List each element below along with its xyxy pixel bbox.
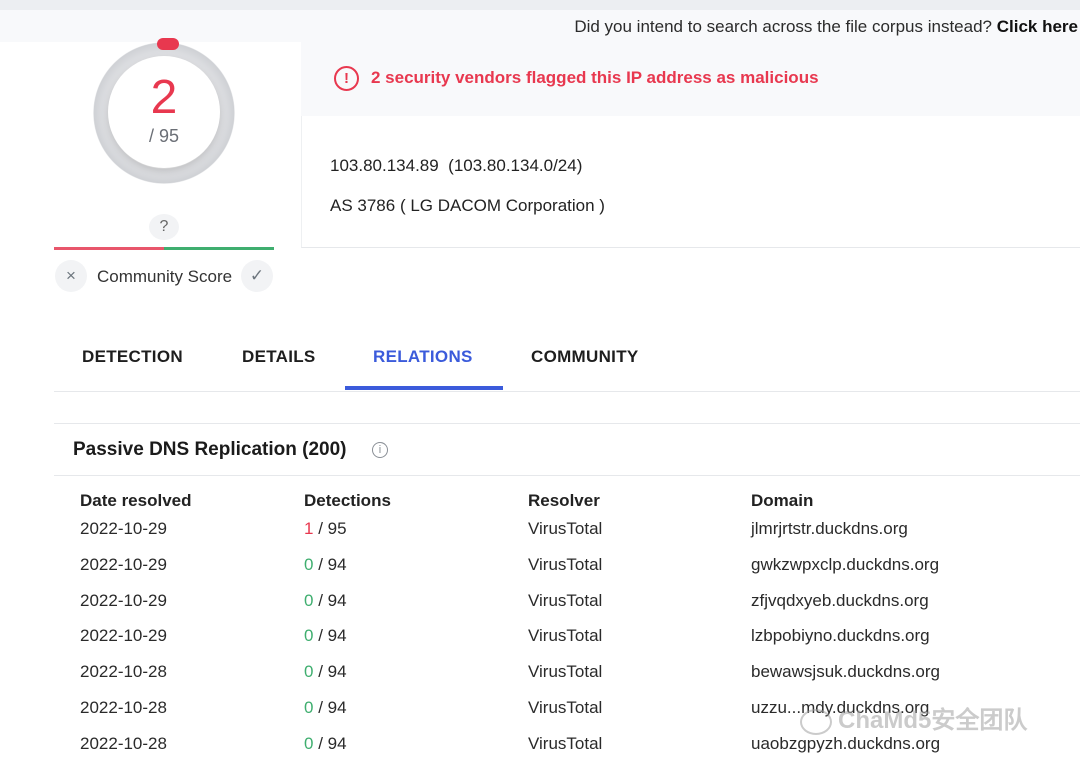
detection-total: / 95 — [148, 126, 180, 146]
cell-detections: 1 / 95 — [304, 519, 347, 539]
section-title: Passive DNS Replication (200) — [73, 439, 347, 460]
community-score-bar-negative — [54, 247, 164, 250]
cell-date: 2022-10-29 — [80, 591, 167, 610]
tab-bar: DETECTION DETAILS RELATIONS COMMUNITY — [54, 325, 1080, 392]
alert-exclamation-icon: ! — [334, 66, 359, 91]
detection-total: / 94 — [313, 626, 347, 645]
cell-detections: 0 / 94 — [304, 662, 347, 682]
cell-date: 2022-10-28 — [80, 698, 167, 717]
cell-resolver: VirusTotal — [528, 626, 603, 645]
watermark-text: ChaMd5安全团队 — [838, 707, 1028, 734]
detection-total: / 95 — [313, 519, 347, 538]
domain-link[interactable]: uaobzgpyzh.duckdns.org — [751, 734, 940, 754]
tab-community[interactable]: COMMUNITY — [531, 347, 639, 367]
cell-detections: 0 / 94 — [304, 591, 347, 611]
cell-resolver: VirusTotal — [528, 734, 603, 753]
cell-detections: 0 / 94 — [304, 734, 347, 754]
col-header-resolver[interactable]: Resolver — [528, 491, 600, 511]
cell-date: 2022-10-29 — [80, 555, 167, 574]
community-score-label: Community Score — [97, 267, 233, 286]
domain-link[interactable]: bewawsjsuk.duckdns.org — [751, 662, 940, 682]
detection-count: 2 — [150, 71, 178, 124]
tab-relations[interactable]: RELATIONS — [373, 347, 473, 367]
corpus-notice-text: Did you intend to search across the file… — [574, 17, 992, 36]
cell-resolver: VirusTotal — [528, 698, 603, 717]
tab-detection[interactable]: DETECTION — [82, 347, 183, 367]
as-owner: AS 3786 ( LG DACOM Corporation ) — [330, 196, 605, 215]
domain-link[interactable]: zfjvqdxyeb.duckdns.org — [751, 591, 929, 611]
vote-malicious-icon[interactable]: × — [55, 260, 87, 292]
domain-link[interactable]: jlmrjrtstr.duckdns.org — [751, 519, 908, 539]
ip-info-panel — [301, 116, 1080, 248]
detection-score-gauge: 2 / 95 — [93, 38, 235, 184]
domain-link[interactable]: lzbpobiyno.duckdns.org — [751, 626, 930, 646]
cell-date: 2022-10-28 — [80, 662, 167, 681]
community-score-bar — [54, 247, 274, 250]
info-icon[interactable]: i — [372, 442, 388, 458]
cell-detections: 0 / 94 — [304, 626, 347, 646]
cell-date: 2022-10-29 — [80, 626, 167, 645]
detection-total: / 94 — [313, 698, 347, 717]
click-here-link[interactable]: Click here — [997, 17, 1078, 36]
domain-link[interactable]: gwkzwpxclp.duckdns.org — [751, 555, 939, 575]
col-header-domain[interactable]: Domain — [751, 491, 813, 511]
detection-total: / 94 — [313, 555, 347, 574]
wechat-logo-icon — [800, 708, 832, 735]
cell-detections: 0 / 94 — [304, 555, 347, 575]
detection-total: / 94 — [313, 662, 347, 681]
cell-date: 2022-10-28 — [80, 734, 167, 753]
unknown-score-icon: ? — [149, 214, 179, 240]
cell-resolver: VirusTotal — [528, 662, 603, 681]
cell-resolver: VirusTotal — [528, 555, 603, 574]
detection-total: / 94 — [313, 591, 347, 610]
detection-total: / 94 — [313, 734, 347, 753]
vote-harmless-icon[interactable]: ✓ — [241, 260, 273, 292]
cell-resolver: VirusTotal — [528, 519, 603, 538]
community-score-bar-positive — [164, 247, 274, 250]
cell-resolver: VirusTotal — [528, 591, 603, 610]
col-header-date[interactable]: Date resolved — [80, 491, 192, 511]
cell-detections: 0 / 94 — [304, 698, 347, 718]
active-tab-indicator — [345, 386, 503, 390]
score-marker — [157, 38, 179, 50]
ip-address: 103.80.134.89 (103.80.134.0/24) — [330, 156, 583, 175]
corpus-notice: Did you intend to search across the file… — [574, 17, 1078, 37]
col-header-detections[interactable]: Detections — [304, 491, 391, 511]
section-divider — [54, 475, 1080, 476]
tab-details[interactable]: DETAILS — [242, 347, 316, 367]
alert-text: 2 security vendors flagged this IP addre… — [371, 68, 819, 87]
cell-date: 2022-10-29 — [80, 519, 167, 538]
watermark: ChaMd5安全团队 — [800, 700, 1027, 735]
